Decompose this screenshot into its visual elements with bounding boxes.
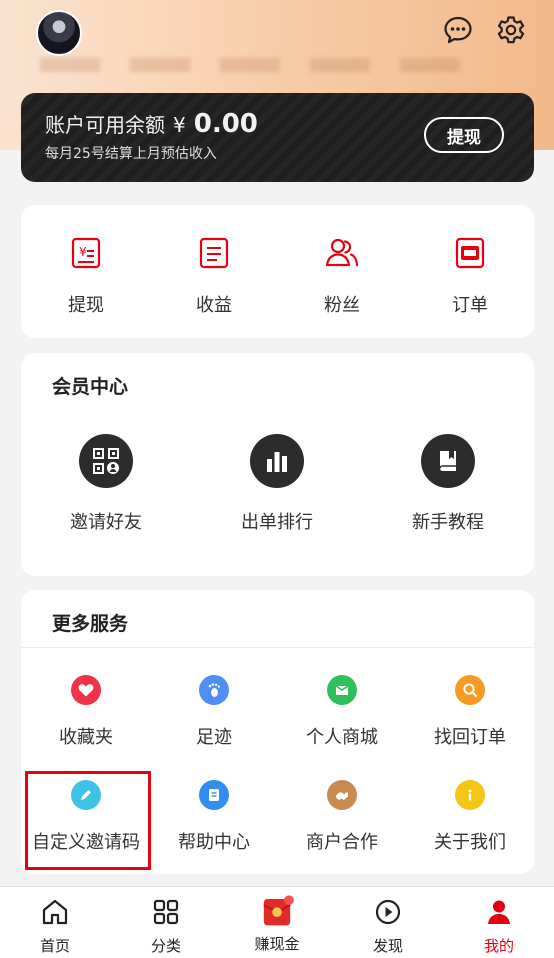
qrcode-icon: [79, 434, 133, 488]
home-icon: [40, 897, 70, 931]
tab-category[interactable]: 分类: [121, 897, 211, 956]
footprint-icon: [199, 675, 229, 705]
withdraw-icon: ¥: [66, 233, 106, 277]
quick-action-withdraw[interactable]: ¥ 提现: [57, 233, 115, 317]
tab-earn-cash[interactable]: 赚现金: [232, 893, 322, 954]
balance-currency: ¥: [173, 113, 186, 137]
order-icon: [450, 233, 490, 277]
balance-subtitle: 每月25号结算上月预估收入: [45, 146, 217, 162]
section-divider: [21, 647, 534, 648]
handshake-icon: [327, 780, 357, 810]
info-icon: [455, 780, 485, 810]
service-about-us[interactable]: 关于我们: [416, 780, 524, 854]
service-personal-store[interactable]: 个人商城: [288, 675, 396, 749]
service-label: 个人商城: [306, 727, 378, 748]
service-label: 足迹: [196, 727, 232, 748]
member-item-label: 出单排行: [241, 512, 313, 533]
quick-action-income[interactable]: 收益: [185, 233, 243, 317]
member-center-panel: 会员中心 邀请好友 出单排行 新手教程: [21, 353, 534, 576]
service-label: 商户合作: [306, 832, 378, 853]
member-center-title: 会员中心: [52, 376, 129, 398]
bottom-tab-bar: 首页 分类 赚现金 发现 我的: [0, 886, 554, 958]
tab-label: 分类: [150, 937, 181, 955]
avatar[interactable]: [36, 10, 82, 56]
quick-actions-panel: ¥ 提现 收益 粉丝 订单: [21, 205, 534, 338]
quick-action-label: 粉丝: [324, 295, 360, 316]
more-services-title: 更多服务: [52, 613, 129, 635]
red-envelope-icon: [259, 893, 295, 933]
service-help-center[interactable]: 帮助中心: [160, 780, 268, 854]
header-blurred-text: [40, 58, 490, 72]
balance-title-row: 账户可用余额 ¥ 0.00: [45, 109, 258, 139]
tab-label: 赚现金: [254, 935, 300, 953]
tab-home[interactable]: 首页: [10, 897, 100, 956]
tab-label: 首页: [39, 937, 70, 955]
balance-title: 账户可用余额: [45, 113, 165, 137]
balance-amount: 0.00: [193, 109, 258, 139]
service-retrieve-order[interactable]: 找回订单: [416, 675, 524, 749]
store-icon: [327, 675, 357, 705]
service-favorites[interactable]: 收藏夹: [32, 675, 140, 749]
member-item-label: 新手教程: [412, 512, 484, 533]
quick-action-label: 提现: [68, 295, 104, 316]
tab-label: 我的: [483, 937, 514, 955]
quick-action-label: 收益: [196, 295, 232, 316]
service-merchant-cooperation[interactable]: 商户合作: [288, 780, 396, 854]
service-footprints[interactable]: 足迹: [160, 675, 268, 749]
quick-action-fans[interactable]: 粉丝: [313, 233, 371, 317]
tab-label: 发现: [372, 937, 403, 955]
fans-icon: [322, 233, 362, 277]
member-item-tutorial[interactable]: 新手教程: [402, 434, 494, 534]
tab-discover[interactable]: 发现: [343, 897, 433, 956]
quick-action-order[interactable]: 订单: [441, 233, 499, 317]
category-icon: [151, 897, 181, 931]
highlight-box: [25, 771, 151, 870]
member-item-ranking[interactable]: 出单排行: [231, 434, 323, 534]
bar-chart-icon: [250, 434, 304, 488]
quick-action-label: 订单: [452, 295, 488, 316]
message-icon[interactable]: [442, 14, 474, 46]
settings-gear-icon[interactable]: [495, 14, 527, 46]
book-icon: [421, 434, 475, 488]
tab-profile[interactable]: 我的: [454, 897, 544, 956]
income-icon: [194, 233, 234, 277]
balance-card: 账户可用余额 ¥ 0.00 每月25号结算上月预估收入 提现: [21, 93, 534, 182]
document-icon: [199, 780, 229, 810]
member-item-label: 邀请好友: [70, 512, 142, 533]
play-icon: [373, 897, 403, 931]
service-label: 帮助中心: [178, 832, 250, 853]
svg-text:¥: ¥: [79, 245, 87, 259]
member-item-invite[interactable]: 邀请好友: [60, 434, 152, 534]
service-label: 找回订单: [434, 727, 506, 748]
search-icon: [455, 675, 485, 705]
heart-icon: [71, 675, 101, 705]
service-label: 收藏夹: [59, 727, 113, 748]
service-label: 关于我们: [434, 832, 506, 853]
withdraw-button[interactable]: 提现: [424, 117, 504, 153]
profile-icon: [484, 897, 514, 931]
